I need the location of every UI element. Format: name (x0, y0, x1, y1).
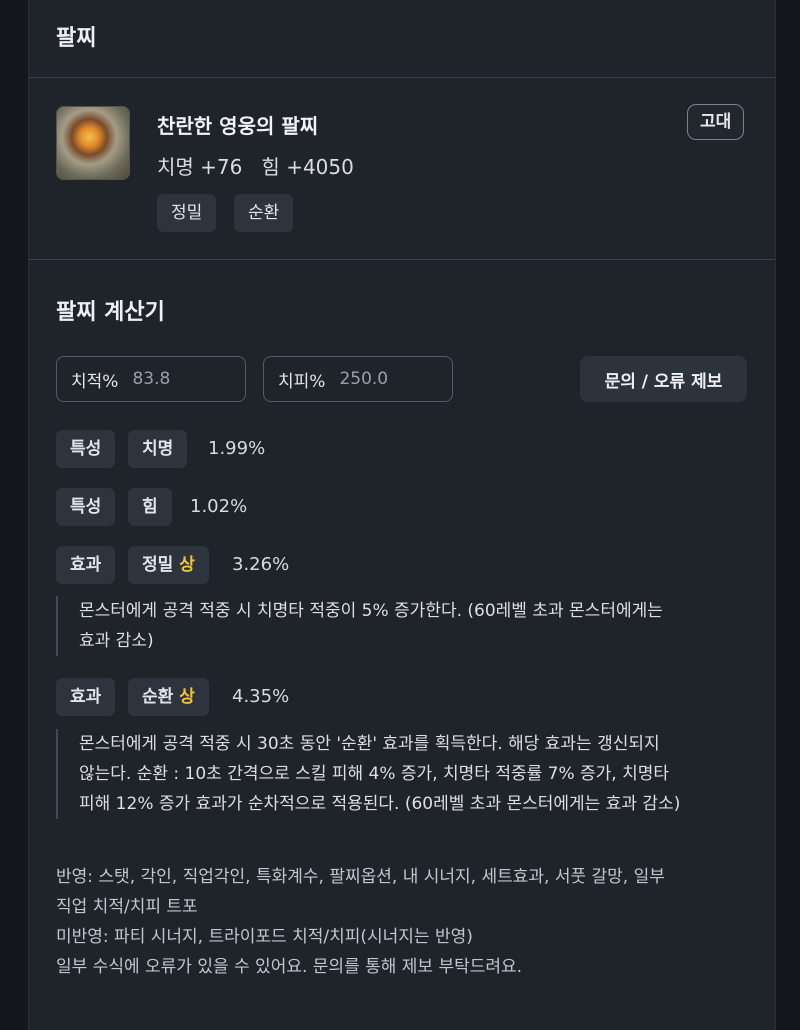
item-stats: 치명 +76 힘 +4050 (157, 155, 354, 179)
row-name-badge: 힘 (128, 488, 172, 526)
bracelet-panel: 팔찌 찬란한 영웅의 팔찌 치명 +76 힘 +4050 고대 정밀 순환 팔찌… (28, 0, 776, 1030)
desc-line: 몬스터에게 공격 적중 시 30초 동안 '순환' 효과를 획득한다. 해당 효… (79, 734, 660, 754)
crit-damage-field[interactable]: 치피% (263, 356, 453, 402)
item-name: 찬란한 영웅의 팔찌 (157, 114, 319, 138)
note-line: 미반영: 파티 시너지, 트라이포드 치적/치피(시너지는 반영) (56, 927, 473, 947)
row-name: 정밀 (142, 555, 174, 575)
grade-badge: 고대 (687, 104, 745, 140)
item-tag-precision: 정밀 (157, 194, 217, 232)
row-name-badge: 정밀 상 (128, 546, 209, 584)
row-name-badge: 순환 상 (128, 678, 209, 716)
row-value: 1.02% (190, 496, 248, 517)
effect-description: 몬스터에게 공격 적중 시 치명타 적중이 5% 증가한다. (60레벨 초과 … (56, 596, 739, 656)
item-tag-circulation: 순환 (234, 194, 294, 232)
reflected-note: 반영: 스탯, 각인, 직업각인, 특화계수, 팔찌옵션, 내 시너지, 세트효… (56, 862, 665, 982)
note-line: 직업 치적/치피 트포 (56, 897, 198, 917)
crit-rate-field[interactable]: 치적% (56, 356, 246, 402)
divider (29, 259, 775, 260)
desc-line: 피해 12% 증가 효과가 순차적으로 적용된다. (60레벨 초과 몬스터에게… (79, 794, 681, 814)
row-name: 순환 (142, 687, 174, 707)
row-type-badge: 특성 (56, 488, 116, 526)
effect-description: 몬스터에게 공격 적중 시 30초 동안 '순환' 효과를 획득한다. 해당 효… (56, 729, 739, 819)
row-value: 3.26% (232, 554, 290, 575)
report-error-button[interactable]: 문의 / 오류 제보 (580, 356, 747, 402)
row-value: 4.35% (232, 686, 290, 707)
row-type-badge: 효과 (56, 678, 116, 716)
desc-line: 몬스터에게 공격 적중 시 치명타 적중이 5% 증가한다. (60레벨 초과 … (79, 601, 663, 621)
grade-mark: 상 (179, 687, 195, 707)
crit-damage-label: 치피% (278, 371, 326, 392)
desc-line: 않는다. 순환 : 10초 간격으로 스킬 피해 4% 증가, 치명타 적중률 … (79, 764, 670, 784)
divider (29, 77, 775, 78)
row-value: 1.99% (208, 438, 266, 459)
note-line: 반영: 스탯, 각인, 직업각인, 특화계수, 팔찌옵션, 내 시너지, 세트효… (56, 867, 665, 887)
bracelet-item-icon (56, 106, 130, 180)
row-type-badge: 특성 (56, 430, 116, 468)
row-name-badge: 치명 (128, 430, 188, 468)
crit-rate-input[interactable] (132, 369, 223, 389)
calculator-title: 팔찌 계산기 (56, 300, 165, 325)
crit-rate-label: 치적% (71, 371, 119, 392)
grade-mark: 상 (179, 555, 195, 575)
note-line: 일부 수식에 오류가 있을 수 있어요. 문의를 통해 제보 부탁드려요. (56, 957, 523, 977)
crit-damage-input[interactable] (339, 369, 430, 389)
page-title: 팔찌 (56, 26, 97, 51)
desc-line: 효과 감소) (79, 631, 154, 651)
row-type-badge: 효과 (56, 546, 116, 584)
